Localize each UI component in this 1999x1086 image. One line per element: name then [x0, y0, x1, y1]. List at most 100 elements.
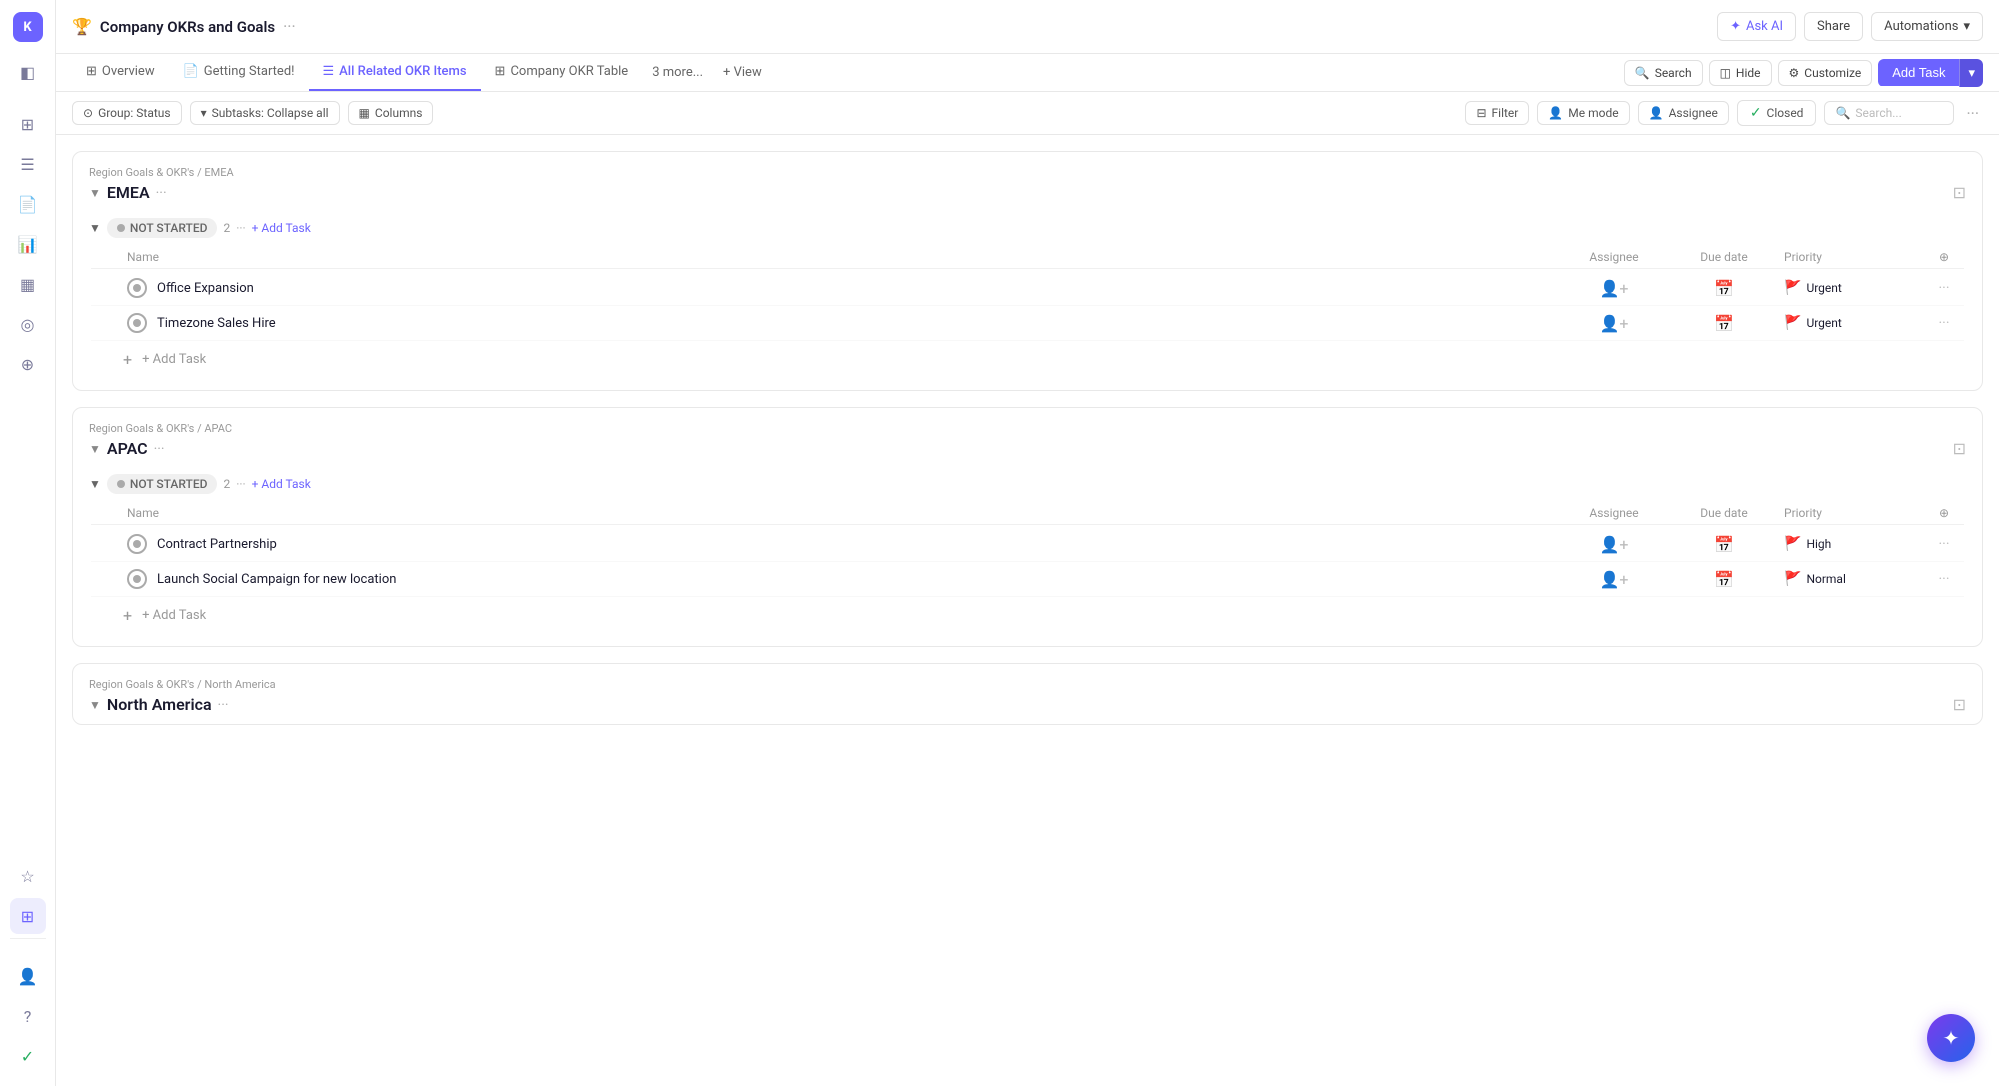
tab-all-related-okr[interactable]: ☰ All Related OKR Items	[309, 54, 481, 91]
apac-section-header: Region Goals & OKR's / APAC ▼ APAC ··· ⊡	[73, 408, 1982, 468]
apac-status-more-button[interactable]: ···	[236, 477, 245, 491]
share-button[interactable]: Share	[1804, 12, 1863, 41]
add-task-caret-button[interactable]: ▾	[1959, 59, 1983, 87]
emea-task1-more[interactable]: ···	[1924, 280, 1964, 296]
header-more-button[interactable]: ···	[283, 17, 296, 36]
columns-button[interactable]: ▦ Columns	[348, 101, 434, 125]
search-box[interactable]: 🔍 Search...	[1824, 101, 1954, 125]
apac-expand-icon[interactable]: ⊡	[1953, 439, 1966, 458]
add-plus-icon: +	[123, 350, 132, 369]
apac-title: APAC	[107, 439, 148, 458]
group-status-button[interactable]: ⊙ Group: Status	[72, 101, 182, 125]
chart-icon[interactable]: 📊	[10, 226, 46, 262]
subtasks-button[interactable]: ▾ Subtasks: Collapse all	[190, 101, 340, 125]
columns-icon: ▦	[359, 106, 370, 120]
main-content: 🏆 Company OKRs and Goals ··· ✦ Ask AI Sh…	[56, 0, 1999, 1086]
help-icon[interactable]: ?	[10, 998, 46, 1034]
tab-getting-started[interactable]: 📄 Getting Started!	[169, 54, 309, 91]
apac-status-header[interactable]: ▼ NOT STARTED 2 ··· + Add Task	[89, 468, 1966, 500]
apac-task2-priority: 🚩 Normal	[1784, 571, 1924, 587]
document-icon[interactable]: 📄	[10, 186, 46, 222]
apac-add-task-button[interactable]: + Add Task	[252, 477, 311, 491]
add-task-main-button[interactable]: Add Task	[1878, 59, 1959, 86]
getting-started-tab-icon: 📄	[183, 64, 199, 79]
search-tab-button[interactable]: 🔍 Filter Search	[1624, 60, 1703, 86]
north-america-more-button[interactable]: ···	[218, 697, 229, 713]
ask-ai-button[interactable]: ✦ Ask AI	[1717, 12, 1796, 41]
emea-not-started-group: ▼ NOT STARTED 2 ··· + Add Task Name Assi…	[73, 212, 1982, 390]
add-circle-icon[interactable]: ⊕	[10, 346, 46, 382]
collapse-icon[interactable]: ◧	[10, 54, 46, 90]
emea-status-more-button[interactable]: ···	[236, 221, 245, 235]
emea-expand-icon[interactable]: ⊡	[1953, 183, 1966, 202]
apac-status-badge: NOT STARTED	[107, 474, 218, 494]
apac-task-table: Name Assignee Due date Priority ⊕ Contra…	[89, 500, 1966, 634]
toolbar-more-button[interactable]: ···	[1962, 104, 1983, 123]
apac-add-task-row[interactable]: + + Add Task	[91, 599, 1964, 632]
apac-more-button[interactable]: ···	[154, 441, 165, 457]
apac-task2-assignee: 👤+	[1564, 570, 1664, 589]
group-icon: ⊙	[83, 106, 93, 120]
assignee-icon: 👤	[1649, 106, 1664, 120]
table-row[interactable]: Contract Partnership 👤+ 📅 🚩 High	[91, 527, 1964, 562]
toolbar-right: ⊟ Filter 👤 Me mode 👤 Assignee ✓ Closed 🔍…	[1465, 100, 1983, 126]
check-circle-icon: ✓	[1750, 105, 1762, 121]
emea-add-task-row[interactable]: + + Add Task	[91, 343, 1964, 376]
table-row[interactable]: Timezone Sales Hire 👤+ 📅 🚩 Urgent	[91, 306, 1964, 341]
north-america-expand-icon[interactable]: ⊡	[1953, 695, 1966, 714]
emea-task2-more[interactable]: ···	[1924, 315, 1964, 331]
table-row[interactable]: Office Expansion 👤+ 📅 🚩 Urgent	[91, 271, 1964, 306]
tab-overview[interactable]: ⊞ Overview	[72, 54, 169, 91]
emea-more-button[interactable]: ···	[156, 185, 167, 201]
emea-status-header[interactable]: ▼ NOT STARTED 2 ··· + Add Task	[89, 212, 1966, 244]
status-check-icon[interactable]: ✓	[10, 1038, 46, 1074]
emea-task-table: Name Assignee Due date Priority ⊕ Office…	[89, 244, 1966, 378]
emea-col-name: Name	[91, 250, 1564, 264]
assignee-button[interactable]: 👤 Assignee	[1638, 101, 1729, 125]
apac-col-priority: Priority	[1784, 506, 1924, 520]
star-icon[interactable]: ☆	[10, 858, 46, 894]
filter-icon: ⊟	[1476, 106, 1486, 120]
filter-button[interactable]: ⊟ Filter	[1465, 101, 1529, 125]
apac-collapse-icon[interactable]: ▼	[89, 442, 101, 456]
emea-add-task-button[interactable]: + Add Task	[252, 221, 311, 235]
apac-task1-more[interactable]: ···	[1924, 536, 1964, 552]
me-mode-button[interactable]: 👤 Me mode	[1537, 101, 1629, 125]
emea-task1-assignee: 👤+	[1564, 279, 1664, 298]
hide-button[interactable]: ◫ Hide	[1709, 60, 1772, 86]
apac-task1-priority: 🚩 High	[1784, 536, 1924, 552]
tab-company-okr-table[interactable]: ⊞ Company OKR Table	[481, 54, 643, 91]
grid-icon[interactable]: ▦	[10, 266, 46, 302]
avatar[interactable]: K	[13, 12, 43, 42]
emea-section-header: Region Goals & OKR's / EMEA ▼ EMEA ··· ⊡	[73, 152, 1982, 212]
customize-button[interactable]: ⚙ Customize	[1778, 60, 1873, 86]
emea-col-add: ⊕	[1924, 250, 1964, 264]
emea-task1-status-icon	[127, 278, 147, 298]
automations-button[interactable]: Automations ▾	[1871, 12, 1983, 41]
emea-collapse-icon[interactable]: ▼	[89, 186, 101, 200]
emea-task1-name: Office Expansion	[157, 281, 1564, 296]
apac-task2-name: Launch Social Campaign for new location	[157, 572, 1564, 587]
emea-title: EMEA	[107, 183, 150, 202]
apac-status-collapse-icon: ▼	[89, 477, 101, 491]
inbox-icon[interactable]: ☰	[10, 146, 46, 182]
emea-task2-due: 📅	[1664, 314, 1784, 333]
due-date-icon: 📅	[1714, 314, 1734, 333]
people-icon[interactable]: 👤	[10, 958, 46, 994]
north-america-collapse-icon[interactable]: ▼	[89, 698, 101, 712]
apac-task2-more[interactable]: ···	[1924, 571, 1964, 587]
tabs-more-button[interactable]: 3 more...	[642, 55, 713, 90]
assignee-add-icon: 👤+	[1600, 535, 1629, 554]
home-icon[interactable]: ⊞	[10, 106, 46, 142]
add-view-button[interactable]: + View	[713, 55, 772, 90]
closed-button[interactable]: ✓ Closed	[1737, 100, 1817, 126]
table-row[interactable]: Launch Social Campaign for new location …	[91, 562, 1964, 597]
emea-task2-name: Timezone Sales Hire	[157, 316, 1564, 331]
apac-table-header: Name Assignee Due date Priority ⊕	[91, 502, 1964, 525]
tabs-bar: ⊞ Overview 📄 Getting Started! ☰ All Rela…	[56, 54, 1999, 92]
apac-not-started-group: ▼ NOT STARTED 2 ··· + Add Task Name Assi…	[73, 468, 1982, 646]
target-icon[interactable]: ◎	[10, 306, 46, 342]
priority-flag-icon: 🚩	[1784, 536, 1801, 552]
apps-icon[interactable]: ⊞	[10, 898, 46, 934]
fab-button[interactable]: ✦	[1927, 1014, 1975, 1062]
